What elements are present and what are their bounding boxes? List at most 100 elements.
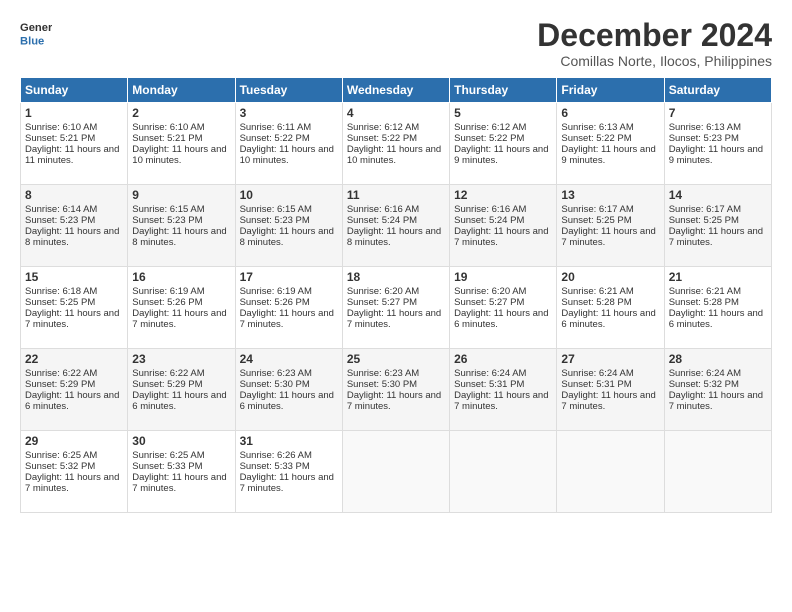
daylight: Daylight: 11 hours and 8 minutes. [347,226,441,248]
sunrise: Sunrise: 6:11 AM [240,122,312,133]
day-number: 25 [347,352,445,366]
list-item: 20 Sunrise: 6:21 AM Sunset: 5:28 PM Dayl… [557,267,664,349]
daylight: Daylight: 11 hours and 11 minutes. [25,144,119,166]
list-item: 16 Sunrise: 6:19 AM Sunset: 5:26 PM Dayl… [128,267,235,349]
list-item: 15 Sunrise: 6:18 AM Sunset: 5:25 PM Dayl… [21,267,128,349]
day-number: 18 [347,270,445,284]
daylight: Daylight: 11 hours and 10 minutes. [132,144,226,166]
day-number: 22 [25,352,123,366]
sunrise: Sunrise: 6:21 AM [561,286,633,297]
list-item: 26 Sunrise: 6:24 AM Sunset: 5:31 PM Dayl… [450,349,557,431]
daylight: Daylight: 11 hours and 7 minutes. [669,390,763,412]
day-number: 1 [25,106,123,120]
day-number: 29 [25,434,123,448]
sunrise: Sunrise: 6:14 AM [25,204,97,215]
daylight: Daylight: 11 hours and 8 minutes. [25,226,119,248]
list-item: 22 Sunrise: 6:22 AM Sunset: 5:29 PM Dayl… [21,349,128,431]
table-row: 8 Sunrise: 6:14 AM Sunset: 5:23 PM Dayli… [21,185,772,267]
list-item: 28 Sunrise: 6:24 AM Sunset: 5:32 PM Dayl… [664,349,771,431]
col-sunday: Sunday [21,78,128,103]
list-item: 30 Sunrise: 6:25 AM Sunset: 5:33 PM Dayl… [128,431,235,513]
sunset: Sunset: 5:21 PM [25,133,95,144]
day-number: 27 [561,352,659,366]
sunset: Sunset: 5:25 PM [669,215,739,226]
sunset: Sunset: 5:30 PM [240,379,310,390]
sunrise: Sunrise: 6:24 AM [561,368,633,379]
sunset: Sunset: 5:25 PM [561,215,631,226]
daylight: Daylight: 11 hours and 6 minutes. [132,390,226,412]
daylight: Daylight: 11 hours and 6 minutes. [561,308,655,330]
daylight: Daylight: 11 hours and 7 minutes. [347,390,441,412]
sunset: Sunset: 5:22 PM [454,133,524,144]
sunrise: Sunrise: 6:23 AM [240,368,312,379]
sunset: Sunset: 5:28 PM [669,297,739,308]
location-subtitle: Comillas Norte, Ilocos, Philippines [537,53,772,69]
list-item: 3 Sunrise: 6:11 AM Sunset: 5:22 PM Dayli… [235,103,342,185]
list-item: 17 Sunrise: 6:19 AM Sunset: 5:26 PM Dayl… [235,267,342,349]
sunrise: Sunrise: 6:15 AM [240,204,312,215]
day-number: 6 [561,106,659,120]
sunset: Sunset: 5:31 PM [454,379,524,390]
empty-cell [342,431,449,513]
sunrise: Sunrise: 6:17 AM [669,204,741,215]
sunrise: Sunrise: 6:12 AM [347,122,419,133]
sunrise: Sunrise: 6:24 AM [454,368,526,379]
day-number: 15 [25,270,123,284]
sunset: Sunset: 5:27 PM [454,297,524,308]
sunset: Sunset: 5:23 PM [240,215,310,226]
sunset: Sunset: 5:29 PM [132,379,202,390]
daylight: Daylight: 11 hours and 7 minutes. [25,472,119,494]
sunset: Sunset: 5:23 PM [669,133,739,144]
daylight: Daylight: 11 hours and 8 minutes. [132,226,226,248]
sunrise: Sunrise: 6:26 AM [240,450,312,461]
sunrise: Sunrise: 6:10 AM [25,122,97,133]
sunset: Sunset: 5:32 PM [669,379,739,390]
calendar-table: Sunday Monday Tuesday Wednesday Thursday… [20,77,772,513]
col-friday: Friday [557,78,664,103]
day-number: 30 [132,434,230,448]
list-item: 31 Sunrise: 6:26 AM Sunset: 5:33 PM Dayl… [235,431,342,513]
day-number: 2 [132,106,230,120]
sunset: Sunset: 5:26 PM [240,297,310,308]
list-item: 6 Sunrise: 6:13 AM Sunset: 5:22 PM Dayli… [557,103,664,185]
sunset: Sunset: 5:27 PM [347,297,417,308]
sunrise: Sunrise: 6:16 AM [454,204,526,215]
daylight: Daylight: 11 hours and 7 minutes. [454,226,548,248]
sunrise: Sunrise: 6:17 AM [561,204,633,215]
sunset: Sunset: 5:21 PM [132,133,202,144]
daylight: Daylight: 11 hours and 8 minutes. [240,226,334,248]
list-item: 11 Sunrise: 6:16 AM Sunset: 5:24 PM Dayl… [342,185,449,267]
list-item: 9 Sunrise: 6:15 AM Sunset: 5:23 PM Dayli… [128,185,235,267]
list-item: 4 Sunrise: 6:12 AM Sunset: 5:22 PM Dayli… [342,103,449,185]
logo: GeneralBlue [20,18,52,50]
col-tuesday: Tuesday [235,78,342,103]
day-number: 16 [132,270,230,284]
table-row: 29 Sunrise: 6:25 AM Sunset: 5:32 PM Dayl… [21,431,772,513]
sunrise: Sunrise: 6:13 AM [561,122,633,133]
logo-icon: GeneralBlue [20,18,52,50]
daylight: Daylight: 11 hours and 9 minutes. [454,144,548,166]
sunset: Sunset: 5:23 PM [25,215,95,226]
day-number: 5 [454,106,552,120]
list-item: 29 Sunrise: 6:25 AM Sunset: 5:32 PM Dayl… [21,431,128,513]
daylight: Daylight: 11 hours and 7 minutes. [132,308,226,330]
sunrise: Sunrise: 6:22 AM [132,368,204,379]
calendar-page: GeneralBlue December 2024 Comillas Norte… [0,0,792,612]
list-item: 2 Sunrise: 6:10 AM Sunset: 5:21 PM Dayli… [128,103,235,185]
day-number: 12 [454,188,552,202]
col-wednesday: Wednesday [342,78,449,103]
list-item: 19 Sunrise: 6:20 AM Sunset: 5:27 PM Dayl… [450,267,557,349]
list-item: 7 Sunrise: 6:13 AM Sunset: 5:23 PM Dayli… [664,103,771,185]
list-item: 24 Sunrise: 6:23 AM Sunset: 5:30 PM Dayl… [235,349,342,431]
col-saturday: Saturday [664,78,771,103]
sunrise: Sunrise: 6:21 AM [669,286,741,297]
sunset: Sunset: 5:32 PM [25,461,95,472]
sunrise: Sunrise: 6:20 AM [347,286,419,297]
sunrise: Sunrise: 6:19 AM [132,286,204,297]
col-thursday: Thursday [450,78,557,103]
sunset: Sunset: 5:33 PM [132,461,202,472]
day-number: 26 [454,352,552,366]
sunset: Sunset: 5:31 PM [561,379,631,390]
header-row: Sunday Monday Tuesday Wednesday Thursday… [21,78,772,103]
day-number: 21 [669,270,767,284]
